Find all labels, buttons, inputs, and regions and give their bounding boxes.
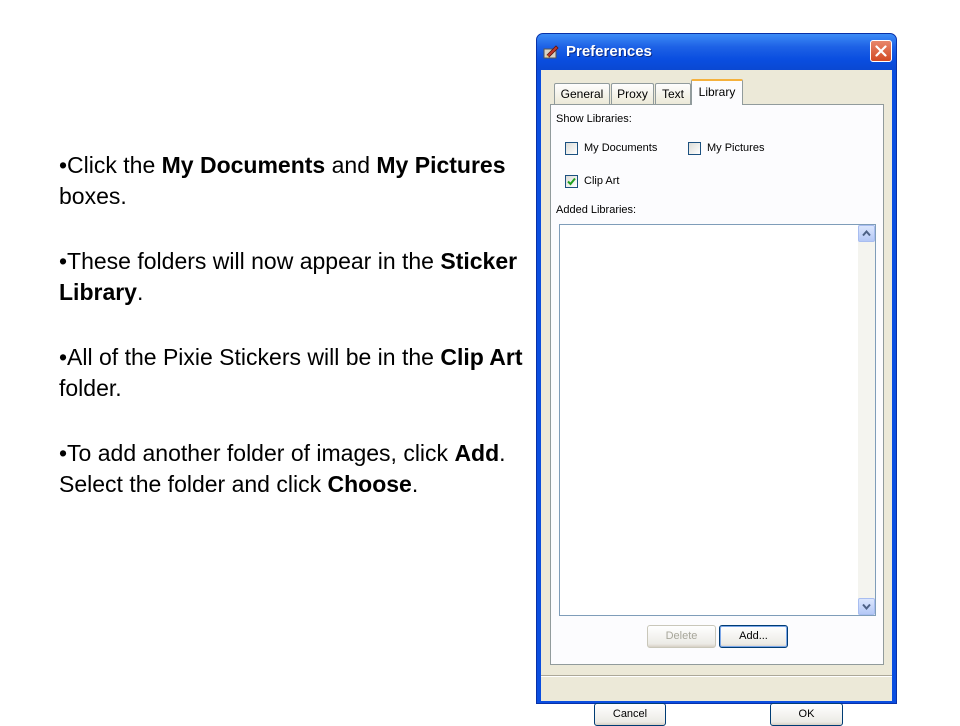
clip-art-label: Clip Art [584,175,620,187]
bullet-3: •All of the Pixie Stickers will be in th… [59,344,523,401]
title-bar[interactable]: Preferences [537,34,896,70]
window-client-area: General Proxy Text Library Show Librarie… [541,70,892,726]
divider [541,675,892,677]
bullet-4: •To add another folder of images, click … [59,440,506,497]
instruction-text: •Click the My Documents and My Pictures … [59,150,529,534]
tab-general[interactable]: General [554,83,610,104]
checkbox-box[interactable] [565,142,578,155]
checkbox-box[interactable] [688,142,701,155]
my-pictures-label: My Pictures [707,142,765,154]
delete-button[interactable]: Delete [647,625,716,648]
chevron-down-icon [862,603,871,610]
preferences-app-icon [543,44,559,60]
bullet-1: •Click the My Documents and My Pictures … [59,152,506,209]
vertical-scrollbar[interactable] [858,225,875,615]
library-tab-panel: Show Libraries: My Documents My Pictures… [550,104,884,665]
tab-proxy[interactable]: Proxy [611,83,654,104]
show-libraries-label: Show Libraries: [556,113,632,125]
add-button[interactable]: Add... [719,625,788,648]
tab-library[interactable]: Library [691,79,743,105]
added-libraries-list[interactable] [559,224,876,616]
added-libraries-label: Added Libraries: [556,204,637,216]
window-title: Preferences [566,43,652,60]
tab-text[interactable]: Text [655,83,691,104]
scroll-down-button[interactable] [858,598,875,615]
my-documents-label: My Documents [584,142,658,154]
cancel-button[interactable]: Cancel [594,703,666,726]
chevron-up-icon [862,230,871,237]
bullet-2: •These folders will now appear in the St… [59,248,518,305]
checkbox-box[interactable] [565,175,578,188]
scroll-up-button[interactable] [858,225,875,242]
close-icon [875,45,887,57]
ok-button[interactable]: OK [770,703,843,726]
close-button[interactable] [870,40,892,62]
checkmark-icon [567,177,576,186]
preferences-window: Preferences General Proxy Text Library S… [536,33,897,726]
